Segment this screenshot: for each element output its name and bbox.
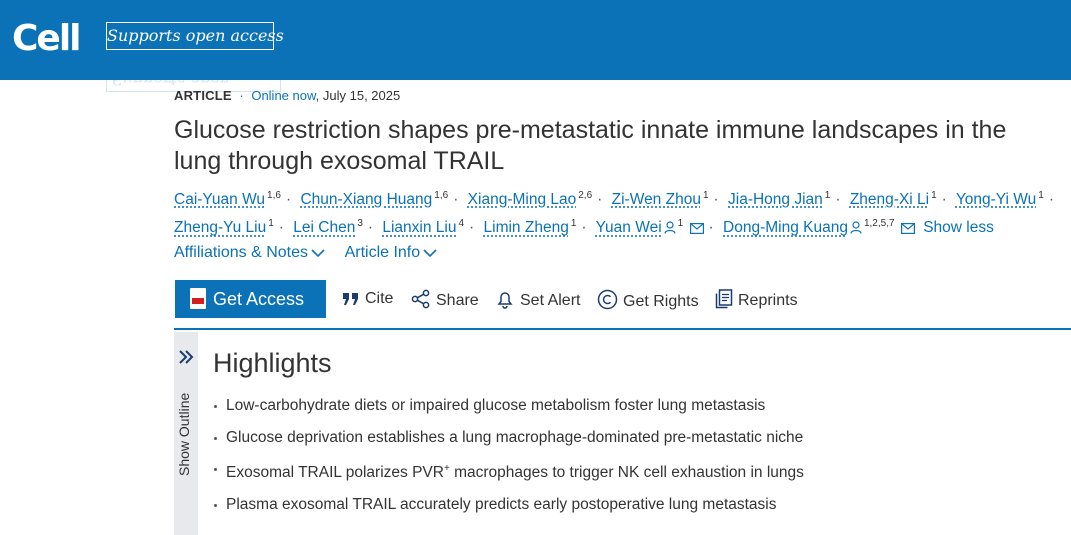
author-list: Cai-Yuan Wu 1,6 · Chun-Xiang Huang 1,6 · Xia… bbox=[174, 184, 1064, 242]
author-item[interactable]: Lei Chen 3 bbox=[293, 218, 363, 236]
article-info-toggle[interactable]: Article Info bbox=[345, 244, 438, 261]
article-info-row: Affiliations & Notes Article Info bbox=[174, 243, 453, 264]
reprints-button[interactable]: Reprints bbox=[715, 289, 798, 311]
author-item[interactable]: Cai-Yuan Wu 1,6 bbox=[174, 190, 281, 208]
online-now-link[interactable]: Online now bbox=[251, 88, 315, 103]
share-button[interactable]: Share bbox=[411, 289, 479, 311]
author-item[interactable]: Zheng-Xi Li 1 bbox=[850, 190, 937, 208]
chevron-down-icon bbox=[311, 244, 325, 264]
author-item[interactable]: Dong-Ming Kuang 1,2,5,7 bbox=[723, 218, 895, 236]
bell-icon bbox=[497, 292, 513, 309]
cell-logo[interactable]: Cell bbox=[12, 17, 82, 61]
highlight-item: Plasma exosomal TRAIL accurately predict… bbox=[213, 495, 804, 515]
meta-separator: · bbox=[239, 88, 244, 103]
highlight-item: Exosomal TRAIL polarizes PVR+ macrophage… bbox=[213, 459, 804, 483]
quote-icon bbox=[343, 293, 358, 305]
article-toolbar: Get Access Cite Share Set Alert Get Righ… bbox=[174, 280, 1071, 330]
logo-reflection: Cell bbox=[12, 60, 80, 81]
highlights-list: Low-carbohydrate diets or impaired gluco… bbox=[213, 396, 804, 526]
corresponding-author-icon bbox=[664, 218, 676, 242]
author-item[interactable]: Lianxin Liu 4 bbox=[382, 218, 464, 236]
chevron-down-icon bbox=[423, 244, 437, 264]
get-rights-button[interactable]: Get Rights bbox=[597, 289, 699, 312]
author-item[interactable]: Zi-Wen Zhou 1 bbox=[612, 190, 709, 208]
author-item[interactable]: Xiang-Ming Lao 2,6 bbox=[468, 190, 592, 208]
corresponding-author-icon bbox=[850, 218, 862, 242]
cite-button[interactable]: Cite bbox=[342, 289, 393, 309]
copyright-icon bbox=[597, 289, 618, 310]
double-chevron-right-icon bbox=[174, 350, 198, 369]
author-item[interactable]: Yuan Wei 1 bbox=[596, 218, 684, 236]
pdf-icon bbox=[190, 288, 206, 309]
publication-date: , July 15, 2025 bbox=[315, 88, 401, 103]
highlights-heading: Highlights bbox=[213, 348, 332, 378]
article-type: ARTICLE bbox=[174, 88, 232, 103]
get-access-button[interactable]: Get Access bbox=[175, 280, 326, 318]
highlight-item: Low-carbohydrate diets or impaired gluco… bbox=[213, 396, 804, 416]
show-outline-label[interactable]: Show Outline bbox=[176, 393, 192, 476]
email-icon[interactable] bbox=[900, 218, 915, 242]
author-item[interactable]: Yong-Yi Wu 1 bbox=[956, 190, 1044, 208]
show-less-toggle[interactable]: Show less bbox=[923, 219, 994, 236]
author-item[interactable]: Jia-Hong Jian 1 bbox=[728, 190, 830, 208]
author-item[interactable]: Limin Zheng 1 bbox=[484, 218, 577, 236]
article-title: Glucose restriction shapes pre-metastati… bbox=[174, 116, 1007, 175]
email-icon[interactable] bbox=[689, 218, 704, 242]
highlight-item: Glucose deprivation establishes a lung m… bbox=[213, 428, 804, 448]
set-alert-button[interactable]: Set Alert bbox=[495, 289, 580, 311]
author-item[interactable]: Chun-Xiang Huang 1,6 bbox=[300, 190, 448, 208]
open-access-badge[interactable]: Supports open access bbox=[106, 22, 284, 50]
author-item[interactable]: Zheng-Yu Liu 1 bbox=[174, 218, 274, 236]
reprints-icon bbox=[715, 289, 733, 309]
share-icon bbox=[411, 289, 430, 309]
article-meta: ARTICLE · Online now, July 15, 2025 bbox=[174, 88, 400, 104]
affiliations-toggle[interactable]: Affiliations & Notes bbox=[174, 244, 325, 261]
